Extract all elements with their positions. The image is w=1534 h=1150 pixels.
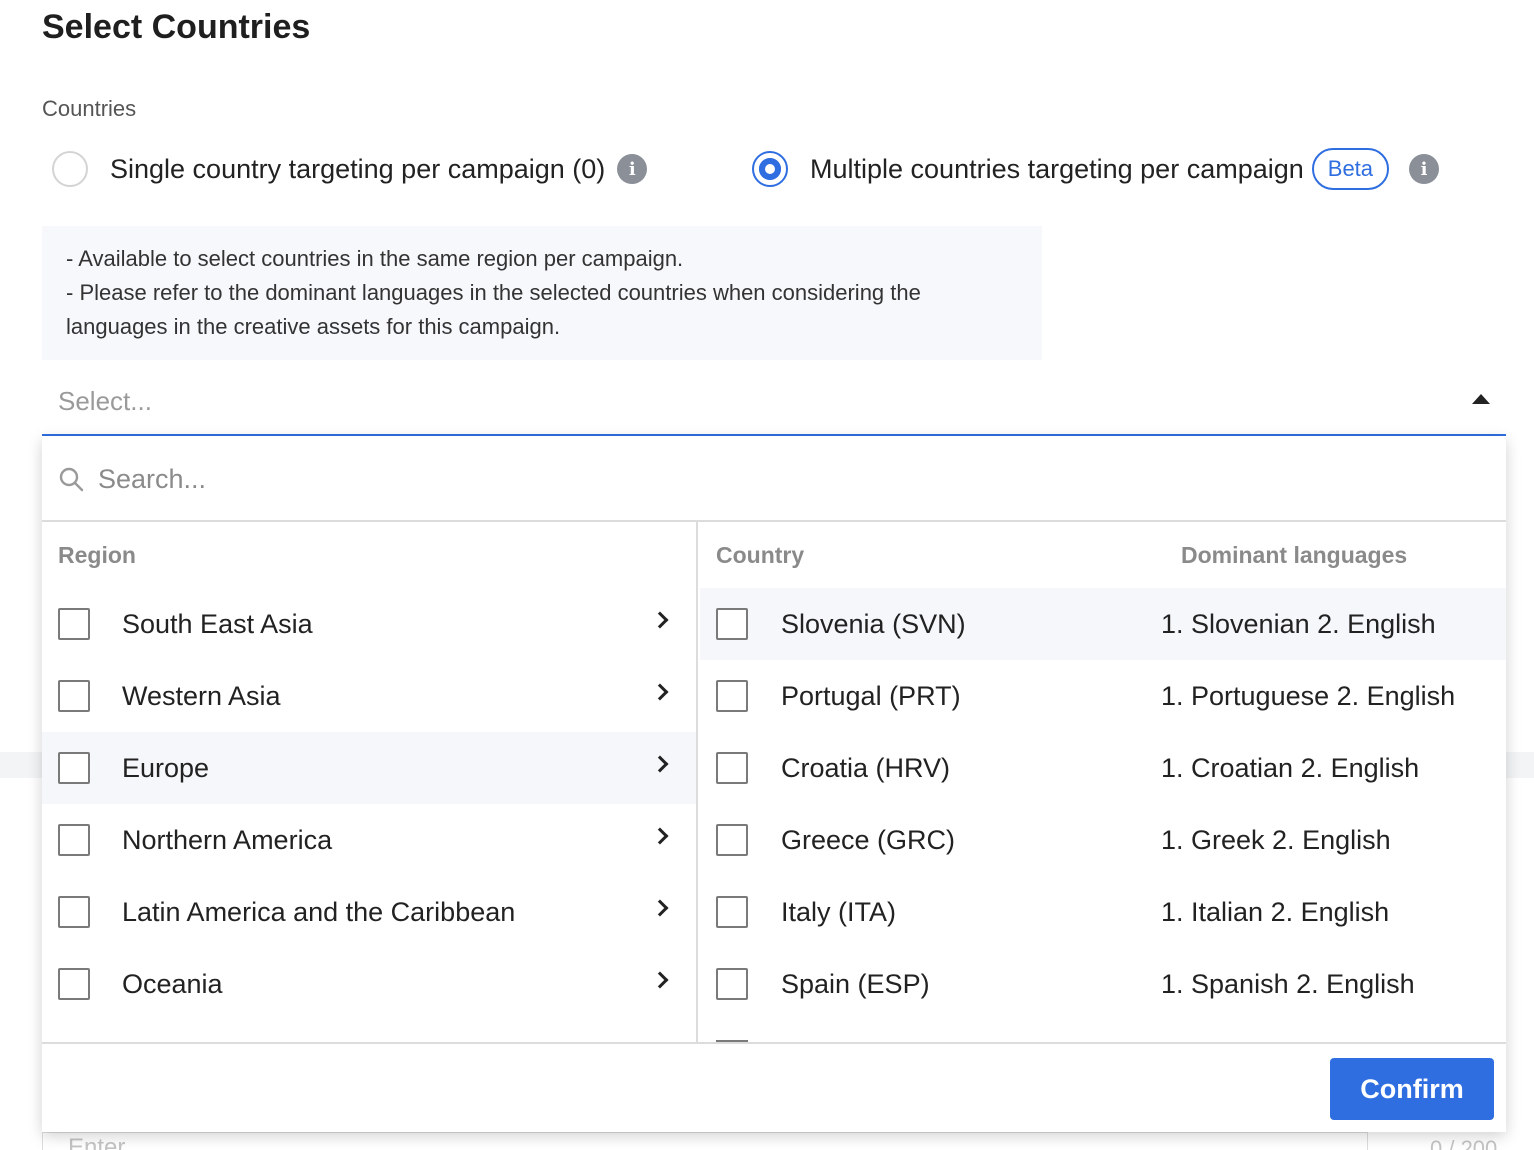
- language-label: 1. Croatian 2. English: [1161, 752, 1420, 783]
- country-label: Italy (ITA): [781, 896, 897, 927]
- region-label: Oceania: [122, 968, 223, 999]
- search-icon: [59, 467, 84, 492]
- notice-line: - Please refer to the dominant languages…: [66, 280, 921, 339]
- region-checkbox[interactable]: [58, 968, 90, 1000]
- country-item-slovenia[interactable]: Slovenia (SVN) 1. Slovenian 2. English: [700, 588, 1506, 660]
- country-item-spain[interactable]: Spain (ESP) 1. Spanish 2. English: [700, 948, 1506, 1020]
- region-checkbox[interactable]: [58, 896, 90, 928]
- country-column: Country Dominant languages Slovenia (SVN…: [700, 522, 1506, 1042]
- dropdown-footer: Confirm: [42, 1042, 1506, 1132]
- chevron-right-icon[interactable]: [651, 683, 669, 701]
- chevron-right-icon[interactable]: [651, 971, 669, 989]
- search-bar: [42, 436, 1506, 522]
- country-label: Croatia (HRV): [781, 752, 951, 783]
- region-label: Europe: [122, 752, 210, 783]
- region-item-europe[interactable]: Europe: [42, 732, 696, 804]
- language-label: 1. Slovenian 2. English: [1161, 608, 1436, 639]
- country-label: Greece (GRC): [781, 824, 956, 855]
- region-label: Northern America: [122, 824, 333, 855]
- chevron-right-icon[interactable]: [651, 827, 669, 845]
- country-item-italy[interactable]: Italy (ITA) 1. Italian 2. English: [700, 876, 1506, 948]
- country-item-portugal[interactable]: Portugal (PRT) 1. Portuguese 2. English: [700, 660, 1506, 732]
- region-column: Region South East Asia Western Asia Euro…: [42, 522, 698, 1042]
- country-label: Spain (ESP): [781, 968, 930, 999]
- country-item-croatia[interactable]: Croatia (HRV) 1. Croatian 2. English: [700, 732, 1506, 804]
- country-label: Slovenia (SVN): [781, 608, 966, 639]
- country-checkbox[interactable]: [716, 968, 748, 1000]
- country-select[interactable]: Select...: [42, 374, 1506, 436]
- countries-label: Countries: [42, 96, 137, 121]
- chevron-right-icon[interactable]: [651, 755, 669, 773]
- country-header: Country: [716, 542, 805, 568]
- confirm-button[interactable]: Confirm: [1330, 1058, 1494, 1120]
- country-label: Portugal (PRT): [781, 680, 961, 711]
- language-label: 1. Spanish 2. English: [1161, 968, 1415, 999]
- region-checkbox[interactable]: [58, 752, 90, 784]
- region-label: South East Asia: [122, 608, 313, 639]
- language-label: 1. Portuguese 2. English: [1161, 680, 1456, 711]
- country-item-greece[interactable]: Greece (GRC) 1. Greek 2. English: [700, 804, 1506, 876]
- background-input-placeholder: Enter: [68, 1134, 126, 1150]
- country-checkbox[interactable]: [716, 896, 748, 928]
- region-label: Latin America and the Caribbean: [122, 896, 516, 927]
- country-checkbox[interactable]: [716, 752, 748, 784]
- info-icon[interactable]: i: [617, 154, 648, 184]
- region-item-western-asia[interactable]: Western Asia: [42, 660, 696, 732]
- chevron-right-icon[interactable]: [651, 899, 669, 917]
- chevron-right-icon[interactable]: [651, 611, 669, 629]
- multiple-countries-label: Multiple countries targeting per campaig…: [810, 153, 1304, 184]
- info-icon[interactable]: i: [1409, 154, 1440, 184]
- region-header: Region: [58, 542, 136, 568]
- region-checkbox[interactable]: [58, 680, 90, 712]
- country-checkbox[interactable]: [716, 608, 748, 640]
- page-title: Select Countries: [42, 8, 311, 46]
- background-input[interactable]: [42, 1132, 1368, 1150]
- search-input[interactable]: [98, 458, 1478, 500]
- region-item-oceania[interactable]: Oceania: [42, 948, 696, 1020]
- country-checkbox[interactable]: [716, 824, 748, 856]
- region-checkbox[interactable]: [58, 824, 90, 856]
- single-country-label: Single country targeting per campaign (0…: [110, 153, 606, 184]
- single-country-radio[interactable]: [52, 151, 88, 187]
- background-char-counter: 0 / 200: [1430, 1136, 1498, 1150]
- language-label: 1. Greek 2. English: [1161, 824, 1391, 855]
- select-placeholder: Select...: [58, 386, 152, 416]
- language-label: 1. Italian 2. English: [1161, 896, 1390, 927]
- languages-header: Dominant languages: [1181, 542, 1408, 568]
- caret-up-icon[interactable]: [1472, 394, 1490, 404]
- notice-line: - Available to select countries in the s…: [66, 246, 684, 271]
- region-item-south-east-asia[interactable]: South East Asia: [42, 588, 696, 660]
- single-country-option[interactable]: Single country targeting per campaign (0…: [52, 146, 648, 192]
- beta-badge: Beta: [1311, 148, 1390, 190]
- info-notice: - Available to select countries in the s…: [42, 226, 1042, 360]
- region-item-latin-america[interactable]: Latin America and the Caribbean: [42, 876, 696, 948]
- country-checkbox[interactable]: [716, 680, 748, 712]
- multiple-countries-radio[interactable]: [752, 151, 788, 187]
- region-checkbox[interactable]: [58, 608, 90, 640]
- region-label: Western Asia: [122, 680, 281, 711]
- multiple-countries-option[interactable]: Multiple countries targeting per campaig…: [752, 146, 1440, 192]
- region-item-northern-america[interactable]: Northern America: [42, 804, 696, 876]
- country-dropdown-panel: Region South East Asia Western Asia Euro…: [42, 436, 1506, 1132]
